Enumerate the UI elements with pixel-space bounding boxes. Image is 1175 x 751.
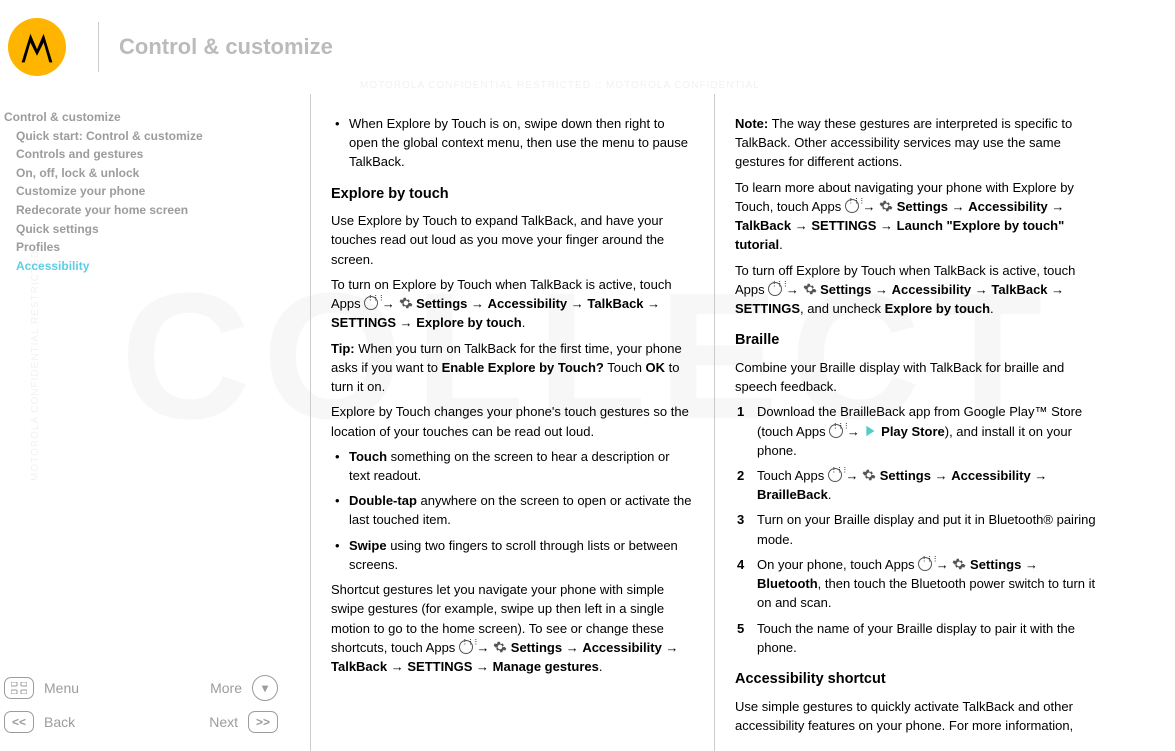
tip-text: Tip: When you turn on TalkBack for the f… bbox=[331, 339, 694, 397]
heading-braille: Braille bbox=[735, 330, 1098, 351]
page-title: Control & customize bbox=[119, 34, 333, 60]
body-text: Explore by Touch changes your phone's to… bbox=[331, 402, 694, 440]
gear-icon bbox=[952, 557, 966, 571]
apps-icon bbox=[459, 640, 473, 654]
toc-item[interactable]: Redecorate your home screen bbox=[4, 201, 296, 220]
back-button[interactable]: << Back bbox=[4, 711, 75, 733]
list-item: When Explore by Touch is on, swipe down … bbox=[331, 114, 694, 172]
header: Control & customize bbox=[0, 0, 1175, 94]
toc-item[interactable]: Customize your phone bbox=[4, 182, 296, 201]
gear-icon bbox=[862, 468, 876, 482]
body-text: Combine your Braille display with TalkBa… bbox=[735, 358, 1098, 396]
toc-item-active[interactable]: Accessibility bbox=[4, 257, 296, 276]
apps-icon bbox=[845, 199, 859, 213]
toc-section[interactable]: Control & customize bbox=[4, 108, 296, 127]
menu-icon bbox=[4, 677, 34, 699]
list-item: Swipe using two fingers to scroll throug… bbox=[331, 536, 694, 574]
sidebar: Control & customize Quick start: Control… bbox=[0, 94, 310, 751]
apps-icon bbox=[918, 557, 932, 571]
down-icon: ▾ bbox=[252, 675, 278, 701]
body-text: Shortcut gestures let you navigate your … bbox=[331, 580, 694, 676]
menu-label: Menu bbox=[44, 680, 79, 696]
body-text: Use Explore by Touch to expand TalkBack,… bbox=[331, 211, 694, 269]
list-item: Touch the name of your Braille display t… bbox=[735, 619, 1098, 657]
toc-item[interactable]: Quick start: Control & customize bbox=[4, 127, 296, 146]
apps-icon bbox=[828, 468, 842, 482]
body-text: To turn on Explore by Touch when TalkBac… bbox=[331, 275, 694, 333]
list-item: Touch something on the screen to hear a … bbox=[331, 447, 694, 485]
next-button[interactable]: Next >> bbox=[209, 711, 278, 733]
note-text: Note: The way these gestures are interpr… bbox=[735, 114, 1098, 172]
apps-icon bbox=[829, 424, 843, 438]
nav-block: Menu More ▾ << Back Next >> bbox=[4, 665, 296, 751]
gear-icon bbox=[879, 199, 893, 213]
apps-icon bbox=[364, 296, 378, 310]
toc-item[interactable]: Quick settings bbox=[4, 220, 296, 239]
list-item: Touch Apps → Settings → Accessibility → … bbox=[735, 466, 1098, 504]
more-label: More bbox=[210, 680, 242, 696]
body-text: To turn off Explore by Touch when TalkBa… bbox=[735, 261, 1098, 319]
body-text: To learn more about navigating your phon… bbox=[735, 178, 1098, 255]
body-text: Use simple gestures to quickly activate … bbox=[735, 697, 1098, 735]
toc: Control & customize Quick start: Control… bbox=[4, 108, 296, 275]
back-icon: << bbox=[4, 711, 34, 733]
next-icon: >> bbox=[248, 711, 278, 733]
content-column-2: Note: The way these gestures are interpr… bbox=[714, 94, 1118, 751]
toc-item[interactable]: Profiles bbox=[4, 238, 296, 257]
list-item: On your phone, touch Apps → Settings → B… bbox=[735, 555, 1098, 613]
content-column-1: When Explore by Touch is on, swipe down … bbox=[310, 94, 714, 751]
toc-item[interactable]: Controls and gestures bbox=[4, 145, 296, 164]
list-item: Turn on your Braille display and put it … bbox=[735, 510, 1098, 548]
more-button[interactable]: More ▾ bbox=[210, 675, 278, 701]
menu-button[interactable]: Menu bbox=[4, 677, 79, 699]
list-item: Double-tap anywhere on the screen to ope… bbox=[331, 491, 694, 529]
gear-icon bbox=[803, 282, 817, 296]
gear-icon bbox=[399, 296, 413, 310]
heading-accessibility-shortcut: Accessibility shortcut bbox=[735, 669, 1098, 690]
motorola-logo bbox=[8, 18, 66, 76]
header-divider bbox=[98, 22, 99, 72]
gear-icon bbox=[493, 640, 507, 654]
apps-icon bbox=[768, 282, 782, 296]
list-item: Download the BrailleBack app from Google… bbox=[735, 402, 1098, 460]
play-store-icon bbox=[864, 424, 878, 438]
next-label: Next bbox=[209, 714, 238, 730]
heading-explore: Explore by touch bbox=[331, 184, 694, 205]
back-label: Back bbox=[44, 714, 75, 730]
toc-item[interactable]: On, off, lock & unlock bbox=[4, 164, 296, 183]
